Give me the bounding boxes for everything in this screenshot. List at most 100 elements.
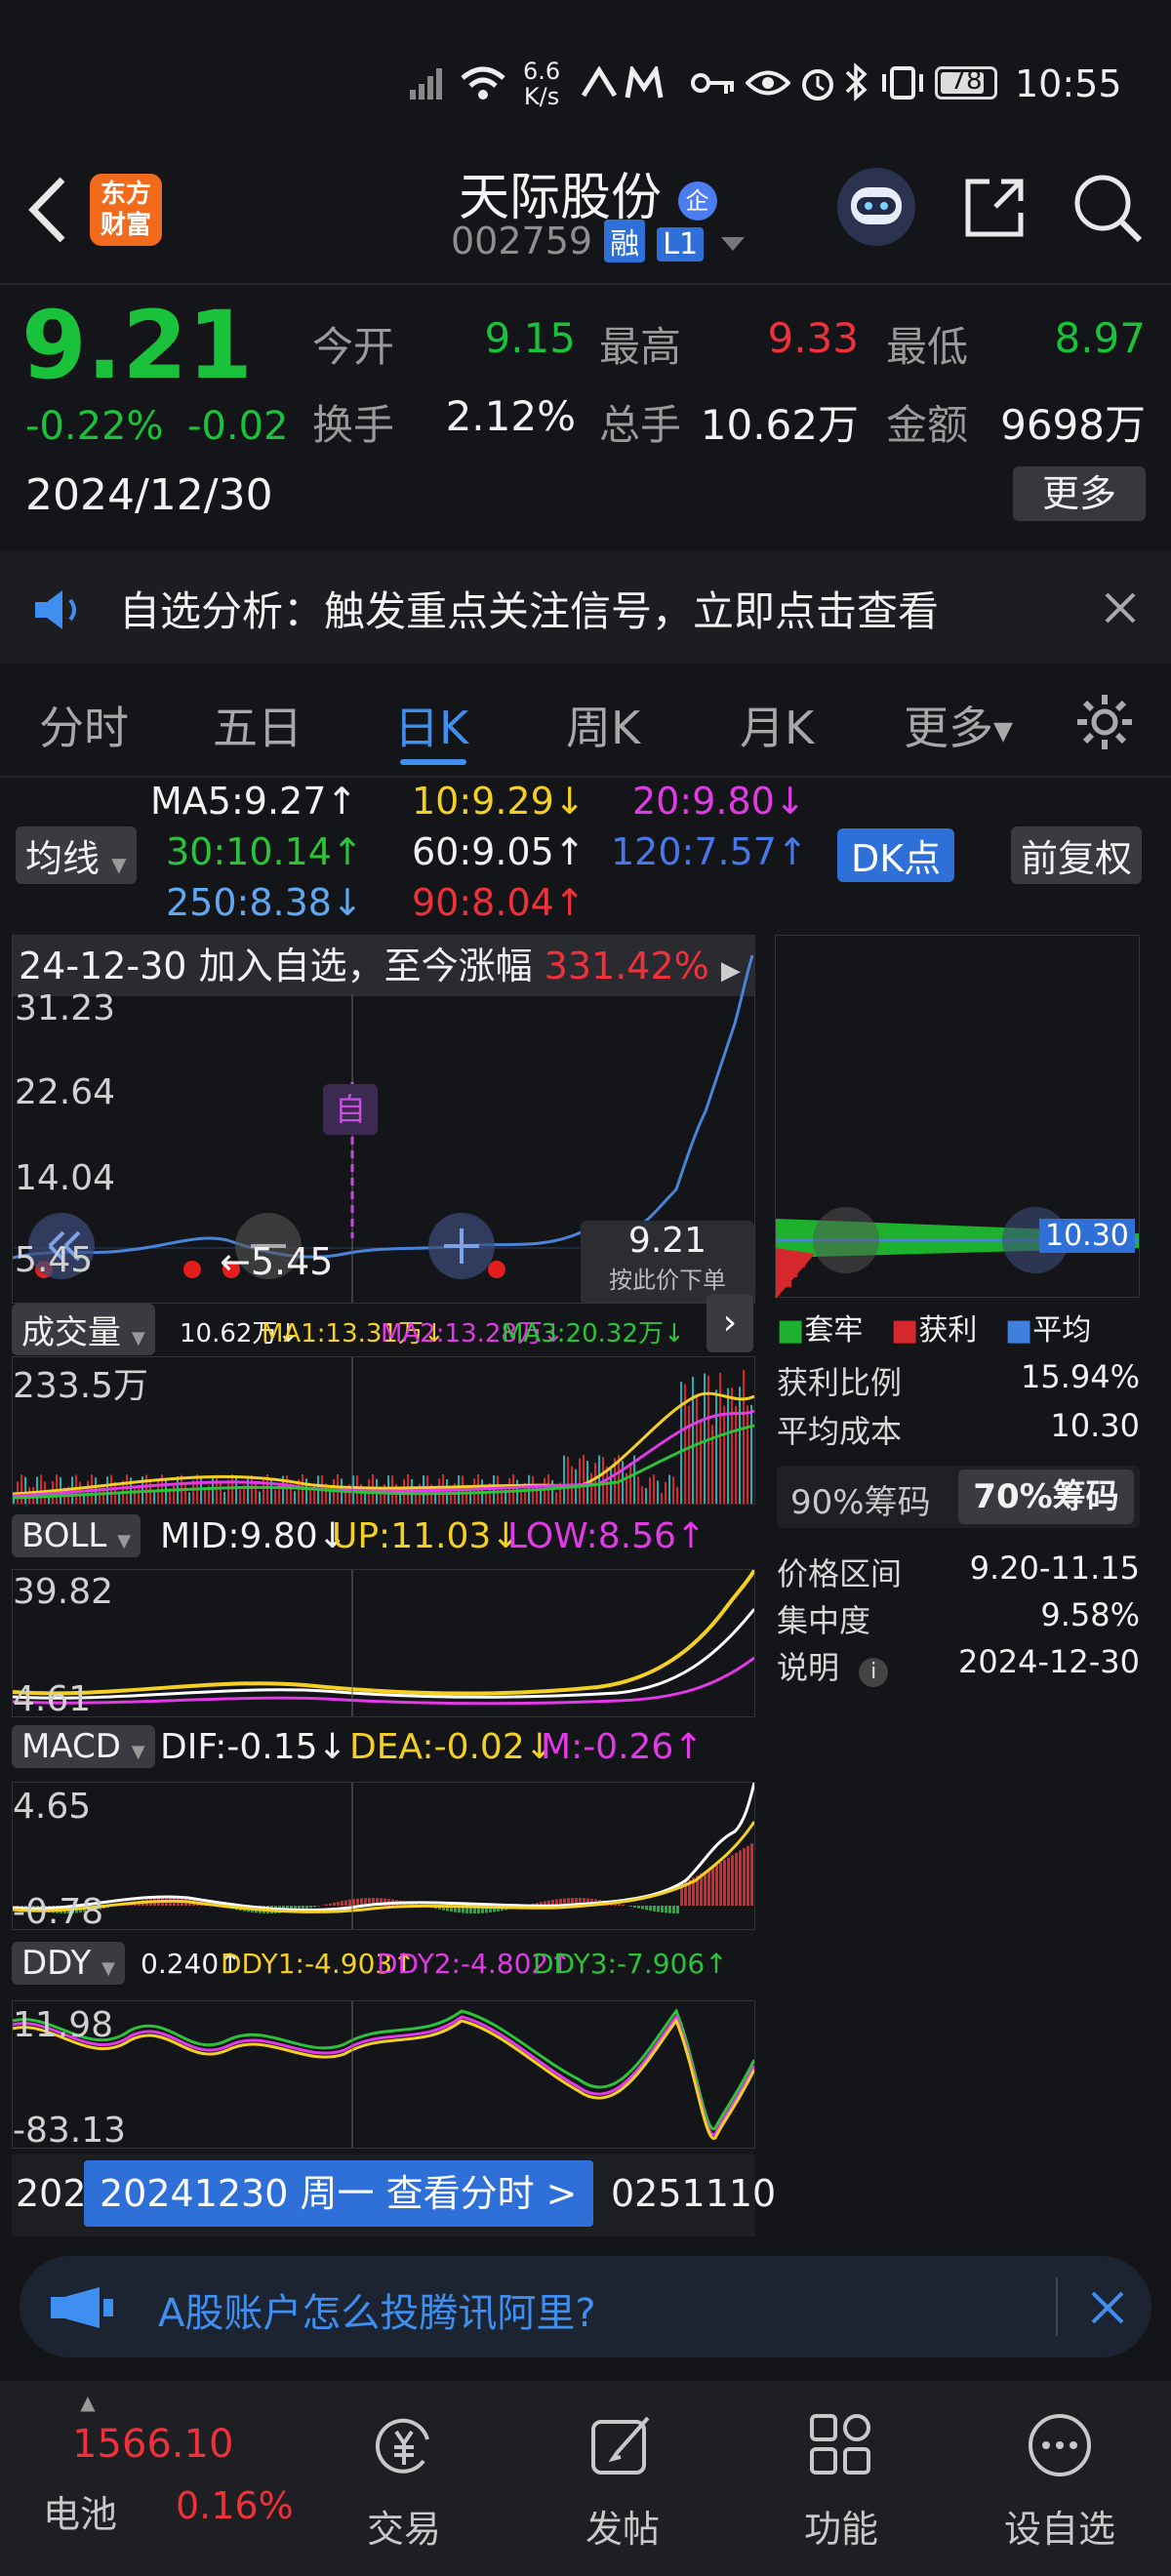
boll-y-bottom: 4.61 [13,1679,92,1719]
nav-post[interactable]: 发帖 [535,2410,710,2553]
ma-select-button[interactable]: 均线 ▼ [16,826,137,884]
tab-daily-k[interactable]: 日K [394,693,468,757]
turnover-value: 2.12% [445,392,576,440]
index-value[interactable]: 1566.10 [72,2422,233,2467]
volume-bar [688,1405,690,1504]
price-tag-hint: 按此价下单 [609,1267,726,1294]
volume-bar [36,1476,38,1504]
volume-bar [434,1489,436,1504]
macd-bar [637,1906,640,1909]
volume-bar [173,1485,175,1504]
ma5-value: MA5:9.27↑ [150,780,358,823]
close-icon[interactable] [1103,590,1138,625]
bottom-nav: ▲ 1566.10 电池 0.16% 交易 发帖 功能 设自选 [0,2381,1171,2576]
ad-banner[interactable]: A股账户怎么投腾讯阿里? [20,2256,1151,2357]
ddy-chart[interactable]: 11.98 -83.13 [12,2000,756,2151]
volume-select-button[interactable]: 成交量 ▼ [12,1304,155,1355]
macd-bar [356,1898,359,1906]
boll-up: UP:11.03↓ [332,1516,521,1556]
megaphone-icon [51,2287,113,2328]
search-icon[interactable] [1071,172,1144,244]
volume-bar [696,1395,698,1504]
macd-bar [329,1903,332,1906]
chip-toggle: 90%筹码 70%筹码 [777,1466,1140,1528]
macd-chart[interactable]: 4.65 -0.78 [12,1782,756,1932]
volume-bar [743,1369,745,1504]
nfc-icon [581,66,618,98]
notice-text: 自选分析：触发重点关注信号，立即点击查看 [119,587,940,635]
more-button[interactable]: 更多 [1013,466,1146,521]
macd-select-button[interactable]: MACD ▼ [12,1725,155,1768]
turnover-label: 换手 [312,401,395,449]
clock-time: 10:55 [1015,62,1122,105]
nav-add-watchlist[interactable]: 设自选 [972,2410,1148,2553]
ma-select-dropdown-icon: ▼ [111,853,127,876]
volume-bar [680,1381,682,1504]
volume-chart[interactable]: 233.5万 [12,1356,755,1505]
ma20-value: 20:9.80↓ [632,780,806,823]
boll-chart[interactable]: 39.82 4.61 [12,1569,756,1719]
tab-intraday[interactable]: 分时 [39,693,129,757]
adjust-button[interactable]: 前复权 [1011,826,1143,884]
chip-toggle-90[interactable]: 90%筹码 [790,1475,931,1523]
chip-distribution-chart[interactable]: 10.30 [775,935,1140,1299]
battery-level: 78 [949,66,983,96]
volume-bar [598,1455,600,1504]
volume-bar [661,1493,663,1504]
avg-legend-icon: ■ [1004,1313,1033,1348]
tab-weekly-k[interactable]: 周K [566,693,640,757]
boll-select-button[interactable]: BOLL ▼ [12,1514,141,1557]
info-icon[interactable]: i [859,1658,889,1687]
high-label: 最高 [599,323,682,371]
gear-icon[interactable] [1073,691,1136,753]
logo-text-top: 东方 [100,180,151,209]
open-value: 9.15 [484,314,576,362]
notice-bar[interactable]: 自选分析：触发重点关注信号，立即点击查看 [0,551,1171,664]
nav-functions[interactable]: 功能 [753,2410,929,2553]
back-arrow-icon[interactable] [25,176,68,244]
tab-monthly-k[interactable]: 月K [740,693,814,757]
volume-bar [563,1455,565,1504]
ddy-select-button[interactable]: DDY ▼ [12,1942,125,1985]
kline-chart[interactable]: 24-12-30 加入自选，至今涨幅 331.42% ▶ 31.23 22.64… [12,935,755,1304]
volume-bar [583,1455,585,1504]
margin-tag: 融 [604,220,646,262]
volume-bar [220,1482,222,1504]
chevron-up-icon[interactable]: ▲ [68,2391,107,2414]
volume-bar [309,1489,311,1504]
stock-code-row[interactable]: 002759 融 L1 [451,220,746,262]
volume-bar [641,1486,643,1504]
nav-trade[interactable]: 交易 [316,2410,492,2553]
kline-y-label-4: 5.45 [15,1240,94,1280]
legend-avg: 平均 [1032,1313,1092,1348]
watchlist-add-marker[interactable]: 自 [323,1084,378,1135]
robot-assistant-icon[interactable] [835,166,917,248]
share-icon[interactable] [960,174,1029,242]
dk-point-button[interactable]: DK点 [837,828,955,882]
kline-y-label-3: 14.04 [15,1158,116,1198]
index-name: 电池 [43,2493,118,2536]
tab-more[interactable]: 更多▼ [904,693,1013,757]
ma250-value: 250:8.38↓ [166,881,363,924]
tab-five-day[interactable]: 五日 [213,693,303,757]
volume-bar [747,1405,748,1504]
ma10-value: 10:9.29↓ [412,780,586,823]
volume-bar [40,1474,42,1504]
chip-toggle-70[interactable]: 70%筹码 [958,1469,1134,1524]
price-tag-value: 9.21 [627,1221,707,1261]
kline-y-label-2: 22.64 [15,1072,116,1112]
view-intraday-tooltip[interactable]: 20241230 周一 查看分时 > [84,2160,593,2227]
mail-m-icon [625,66,664,99]
price-order-tag[interactable]: 9.21 按此价下单 [581,1221,754,1303]
note-label[interactable]: 说明 i [777,1643,889,1688]
code-dropdown-icon[interactable] [721,236,746,251]
macd-select-dropdown-icon: ▼ [131,1742,145,1762]
note-date-value: 2024-12-30 [958,1643,1140,1680]
close-icon[interactable] [1089,2289,1126,2326]
concentration-value: 9.58% [1040,1596,1140,1633]
macd-bar [672,1906,675,1913]
macd-bar [348,1899,351,1906]
volume-bar [251,1474,253,1504]
key-icon [691,73,734,94]
volume-bar [259,1491,261,1504]
